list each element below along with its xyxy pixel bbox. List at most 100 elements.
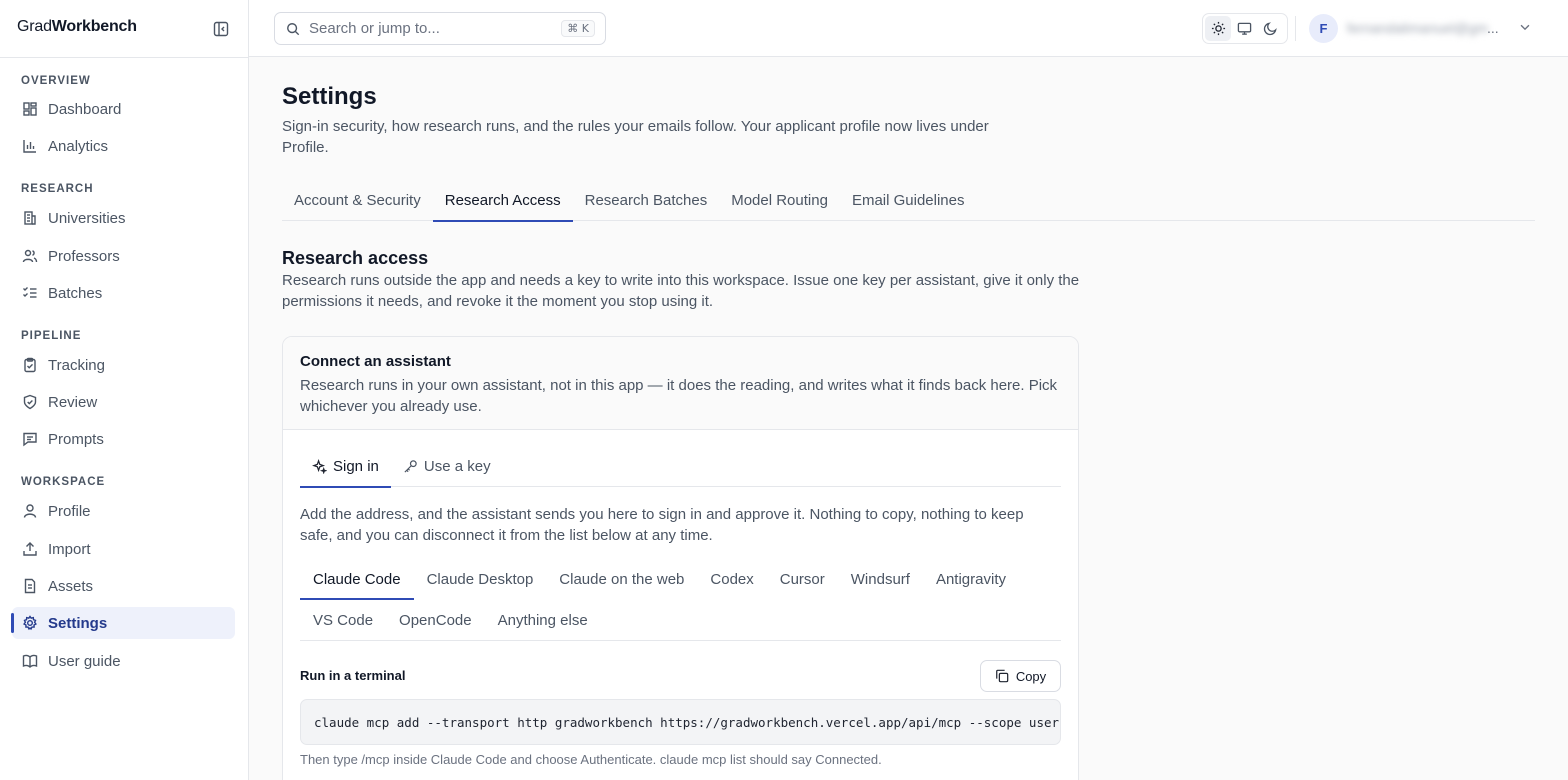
sidebar-item-professors[interactable]: Professors [12, 240, 235, 272]
copy-button[interactable]: Copy [980, 660, 1061, 692]
copy-button-label: Copy [1015, 668, 1047, 684]
page-subtitle: Sign-in security, how research runs, and… [282, 118, 989, 156]
search-icon [287, 22, 300, 35]
sidebar-item-label: Universities [48, 209, 126, 227]
sidebar-item-batches[interactable]: Batches [12, 277, 235, 309]
sidebar-item-label: Batches [48, 284, 103, 302]
collapse-sidebar-button[interactable] [211, 19, 231, 39]
tab-vs-code[interactable]: VS Code [300, 600, 386, 641]
sidebar-item-label: Assets [48, 577, 94, 595]
sidebar-item-analytics[interactable]: Analytics [12, 130, 235, 162]
shield-check-icon [21, 393, 39, 411]
card-description: Research runs in your own assistant, not… [300, 377, 1058, 415]
section-label-overview: OVERVIEW [21, 75, 91, 87]
tab-antigravity[interactable]: Antigravity [923, 559, 1019, 600]
book-icon [21, 652, 39, 670]
sidebar-divider [0, 57, 248, 58]
terminal-label: Run in a terminal [300, 668, 406, 683]
tab-claude-web[interactable]: Claude on the web [546, 559, 697, 600]
sidebar-item-import[interactable]: Import [12, 533, 235, 565]
topbar-divider [1295, 16, 1296, 41]
message-square-icon [21, 430, 39, 448]
panel-left-icon [213, 21, 229, 37]
user-name[interactable]: fernandalimanuel@gm [1347, 20, 1497, 36]
tab-model-routing[interactable]: Model Routing [719, 184, 840, 221]
user-icon [21, 502, 39, 520]
card-title: Connect an assistant [300, 353, 451, 370]
tab-cursor[interactable]: Cursor [767, 559, 838, 600]
sidebar-item-tracking[interactable]: Tracking [12, 349, 235, 381]
search-box[interactable]: ⌘ K [274, 12, 606, 45]
sidebar-item-dashboard[interactable]: Dashboard [12, 93, 235, 125]
avatar[interactable]: F [1309, 14, 1338, 43]
sidebar-item-label: Review [48, 393, 98, 411]
sidebar: GradWorkbench OVERVIEW Dashboard Analyti… [0, 0, 249, 780]
tab-use-a-key-label: Use a key [423, 458, 491, 475]
sign-in-description: Add the address, and the assistant sends… [300, 506, 1024, 544]
tab-sign-in[interactable]: Sign in [300, 450, 391, 488]
section-label-pipeline: PIPELINE [21, 330, 82, 342]
theme-switcher [1202, 13, 1288, 44]
tab-sign-in-label: Sign in [333, 458, 379, 475]
sidebar-item-label: Dashboard [48, 100, 122, 118]
tab-research-access[interactable]: Research Access [432, 184, 573, 222]
monitor-icon [1237, 22, 1251, 35]
connect-assistant-card: Connect an assistant Research runs in yo… [282, 336, 1079, 780]
settings-tabs: Account & Security Research Access Resea… [282, 184, 1535, 222]
section-label-workspace: WORKSPACE [21, 476, 106, 488]
copy-icon [995, 669, 1009, 683]
sidebar-item-label: Professors [48, 247, 120, 265]
tab-anything-else[interactable]: Anything else [485, 600, 601, 641]
tab-claude-code[interactable]: Claude Code [300, 559, 414, 600]
sidebar-item-label: User guide [48, 652, 121, 670]
sidebar-item-universities[interactable]: Universities [12, 202, 235, 234]
brand-suffix: Workbench [51, 18, 137, 35]
sidebar-item-profile[interactable]: Profile [12, 495, 235, 527]
section-description: Research runs outside the app and needs … [282, 272, 1080, 310]
tab-windsurf[interactable]: Windsurf [838, 559, 923, 600]
light-theme-button[interactable] [1205, 16, 1231, 41]
moon-icon [1263, 22, 1277, 36]
brand-logo[interactable]: GradWorkbench [17, 18, 137, 36]
command-code-block[interactable]: claude mcp add --transport http gradwork… [300, 699, 1061, 745]
client-tabs: Claude Code Claude Desktop Claude on the… [300, 559, 1061, 641]
command-text: claude mcp add --transport http gradwork… [314, 714, 1060, 730]
sidebar-item-assets[interactable]: Assets [12, 570, 235, 602]
search-shortcut-badge: ⌘ K [561, 20, 595, 37]
sidebar-item-label: Prompts [48, 430, 104, 448]
tab-codex[interactable]: Codex [697, 559, 766, 600]
sidebar-item-label: Profile [48, 502, 91, 520]
tab-email-guidelines[interactable]: Email Guidelines [840, 184, 977, 221]
section-title: Research access [282, 248, 429, 268]
building-icon [21, 209, 39, 227]
main-content: Settings Sign-in security, how research … [249, 57, 1568, 780]
sidebar-item-user-guide[interactable]: User guide [12, 645, 235, 677]
page-title: Settings [282, 83, 377, 110]
user-menu-button[interactable] [1518, 20, 1532, 39]
dark-theme-button[interactable] [1257, 16, 1283, 41]
sidebar-item-prompts[interactable]: Prompts [12, 423, 235, 455]
sidebar-item-settings[interactable]: Settings [11, 607, 235, 639]
tab-opencode[interactable]: OpenCode [386, 600, 485, 641]
chevron-down-icon [1520, 24, 1530, 31]
tab-research-batches[interactable]: Research Batches [573, 184, 720, 221]
list-checks-icon [21, 284, 39, 302]
tab-claude-desktop[interactable]: Claude Desktop [414, 559, 547, 600]
sparkles-icon [312, 459, 328, 478]
bar-chart-icon [21, 137, 39, 155]
system-theme-button[interactable] [1231, 16, 1257, 41]
dashboard-icon [21, 100, 39, 118]
key-icon [403, 459, 418, 478]
brand-prefix: Grad [17, 18, 52, 35]
upload-icon [21, 540, 39, 558]
tab-account-security[interactable]: Account & Security [282, 184, 433, 221]
sidebar-item-label: Import [48, 540, 91, 558]
tab-use-a-key[interactable]: Use a key [391, 450, 503, 487]
command-hint: Then type /mcp inside Claude Code and ch… [300, 752, 882, 767]
top-bar: ⌘ K F fernandalimanuel@gm ... [249, 0, 1568, 57]
search-input[interactable] [309, 20, 539, 37]
sun-icon [1211, 21, 1225, 36]
sidebar-item-review[interactable]: Review [12, 386, 235, 418]
gear-icon [21, 614, 39, 632]
connect-method-tabs: Sign in Use a key [300, 450, 1061, 488]
